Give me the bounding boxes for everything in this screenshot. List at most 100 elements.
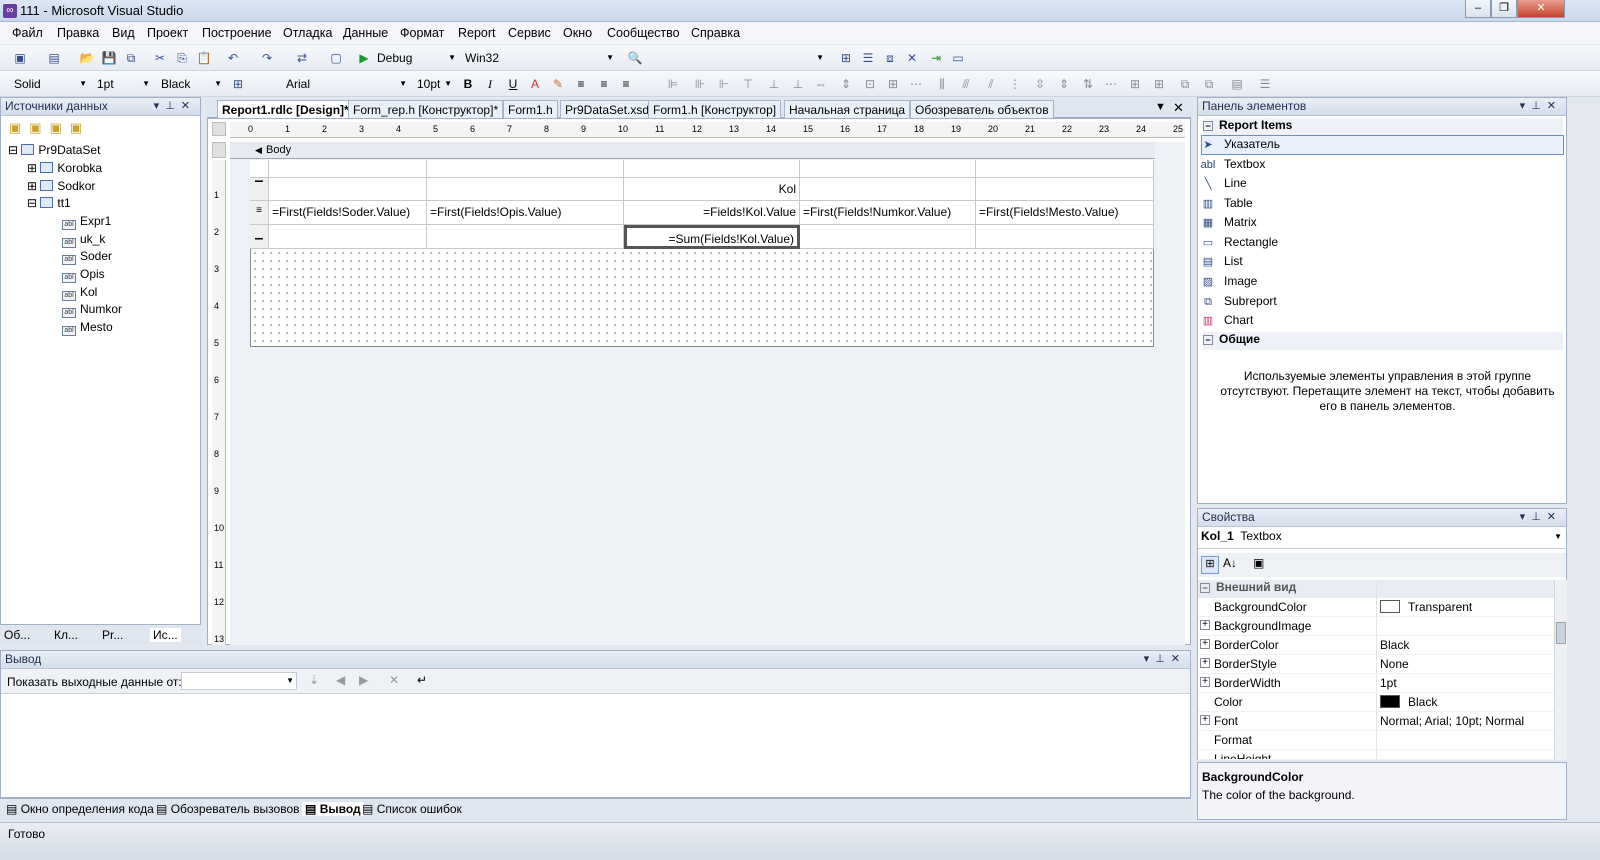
detail-row-handle-icon[interactable]: ≡ — [250, 201, 269, 225]
italic-icon[interactable]: I — [482, 76, 498, 92]
solution-explorer-icon[interactable]: ⊞ — [838, 50, 854, 66]
close-document-icon[interactable]: ✕ — [1173, 100, 1184, 116]
expand-icon[interactable]: + — [1200, 715, 1210, 725]
object-browser-icon[interactable]: ⧈ — [882, 50, 898, 66]
alphabetical-icon[interactable]: A↓ — [1223, 556, 1237, 570]
table-cell[interactable]: =First(Fields!Mesto.Value) — [976, 201, 1154, 225]
align-middles-icon[interactable]: ⊥ — [766, 76, 782, 92]
new-project-icon[interactable]: ▣ — [12, 50, 28, 66]
send-to-back-icon[interactable]: ⧉ — [1201, 76, 1217, 92]
remove-v-spacing-icon[interactable]: ⋯ — [1103, 76, 1119, 92]
property-row-bordercolor[interactable]: + BorderColor Black — [1198, 636, 1554, 655]
tab-properties-pane[interactable]: Pr... — [102, 628, 123, 642]
tab-form1-h[interactable]: Form1.h — [503, 100, 558, 118]
table-cell[interactable] — [269, 225, 427, 249]
table-column-handle[interactable] — [800, 160, 976, 178]
tab-start-page[interactable]: Начальная страница — [784, 100, 911, 118]
table-column-handle[interactable] — [976, 160, 1154, 178]
property-row-borderwidth[interactable]: + BorderWidth 1pt — [1198, 674, 1554, 693]
field-uk-k[interactable]: abl uk_k — [62, 232, 105, 248]
table-cell[interactable] — [427, 178, 624, 201]
tab-code-definition[interactable]: ▤ Окно определения кода — [6, 802, 154, 816]
cut-icon[interactable]: ✂ — [152, 50, 168, 66]
find-in-files-icon[interactable]: 🔍 — [627, 50, 643, 66]
increase-v-spacing-icon[interactable]: ⇕ — [1056, 76, 1072, 92]
word-wrap-icon[interactable]: ↵ — [417, 673, 427, 687]
property-row-backgroundcolor[interactable]: BackgroundColor Transparent — [1198, 598, 1554, 617]
font-color-icon[interactable]: A — [527, 76, 543, 92]
panel-buttons[interactable]: ▾⊥✕ — [1520, 98, 1562, 115]
menu-help[interactable]: Справка — [691, 26, 740, 40]
property-row-color[interactable]: Color Black — [1198, 693, 1554, 712]
open-file-icon[interactable]: 📂 — [79, 50, 95, 66]
decrease-v-spacing-icon[interactable]: ⇅ — [1080, 76, 1096, 92]
toolbox-item-textbox[interactable]: abl Textbox — [1200, 157, 1266, 173]
table-cell[interactable]: =Fields!Kol.Value — [624, 201, 800, 225]
table-cell[interactable]: =First(Fields!Opis.Value) — [427, 201, 624, 225]
field-mesto[interactable]: abl Mesto — [62, 320, 113, 336]
align-lefts-icon[interactable]: ⊫ — [665, 76, 681, 92]
table-cell[interactable] — [800, 225, 976, 249]
tab-object-browser[interactable]: Об... — [4, 628, 30, 642]
toolbox-item-line[interactable]: ╲ Line — [1200, 176, 1247, 191]
layout-icon[interactable]: ▤ — [1229, 76, 1245, 92]
menu-build[interactable]: Построение — [202, 26, 272, 40]
config-combo[interactable]: Debug ▼ — [373, 49, 459, 67]
align-right-icon[interactable]: ≡ — [618, 76, 634, 92]
bold-icon[interactable]: B — [460, 76, 476, 92]
solution-config-icon[interactable]: ▢ — [328, 50, 344, 66]
center-vertically-icon[interactable]: ⊞ — [1151, 76, 1167, 92]
toolbox-item-pointer[interactable]: ➤ Указатель — [1200, 137, 1280, 152]
decrease-spacing-icon[interactable]: ⫽ — [983, 76, 999, 92]
color-combo[interactable]: Black ▼ — [157, 75, 225, 93]
align-center-icon[interactable]: ≡ — [596, 76, 612, 92]
fill-color-icon[interactable]: ✎ — [550, 76, 566, 92]
tab-output[interactable]: ▤ Вывод — [302, 802, 364, 816]
tab-form-rep-h[interactable]: Form_rep.h [Конструктор]* — [348, 100, 504, 118]
copy-icon[interactable]: ⎘ — [174, 50, 190, 66]
find-combo[interactable]: ▼ — [647, 49, 827, 67]
field-opis[interactable]: abl Opis — [62, 267, 105, 283]
menu-data[interactable]: Данные — [343, 26, 388, 40]
property-row-borderstyle[interactable]: + BorderStyle None — [1198, 655, 1554, 674]
field-expr1[interactable]: abl Expr1 — [62, 214, 111, 230]
property-pages-icon[interactable]: ▣ — [1253, 556, 1264, 570]
same-height-icon[interactable]: ⇕ — [838, 76, 854, 92]
navigate-icon[interactable]: ⇄ — [294, 50, 310, 66]
menu-debug[interactable]: Отладка — [283, 26, 332, 40]
maximize-button[interactable]: ❐ — [1491, 0, 1517, 18]
table-cell[interactable] — [427, 225, 624, 249]
bring-to-front-icon[interactable]: ⧉ — [1177, 76, 1193, 92]
go-next-icon[interactable]: ▶ — [359, 673, 368, 687]
tab-error-list[interactable]: ▤ Список ошибок — [362, 802, 462, 816]
tree-node-sodkor[interactable]: ⊞ Sodkor — [27, 179, 95, 193]
menu-project[interactable]: Проект — [147, 26, 188, 40]
h-spacing-icon[interactable]: ⫼ — [934, 76, 950, 92]
expand-icon[interactable]: + — [1200, 620, 1210, 630]
toolbox-group-general[interactable]: − Общие — [1203, 332, 1563, 350]
menu-community[interactable]: Сообщество — [607, 26, 680, 40]
properties-icon[interactable]: ☰ — [860, 50, 876, 66]
v-spacing-icon[interactable]: ⇳ — [1032, 76, 1048, 92]
table-cell[interactable]: =First(Fields!Numkor.Value) — [800, 201, 976, 225]
find-message-icon[interactable]: ⇣ — [309, 673, 319, 687]
expand-icon[interactable]: + — [1200, 658, 1210, 668]
field-soder[interactable]: abl Soder — [62, 249, 112, 265]
more-windows-icon[interactable]: ▭ — [950, 50, 966, 66]
toolbox-icon[interactable]: ✕ — [904, 50, 920, 66]
table-column-handle[interactable] — [269, 160, 427, 178]
platform-combo[interactable]: Win32 ▼ — [461, 49, 617, 67]
redo-icon[interactable]: ↷ — [259, 50, 275, 66]
menu-report[interactable]: Report — [458, 26, 496, 40]
property-row-lineheight[interactable]: LineHeight — [1198, 750, 1554, 760]
table-cell[interactable]: =First(Fields!Soder.Value) — [269, 201, 427, 225]
footer-row-handle-icon[interactable]: ▁ — [250, 225, 269, 249]
minimize-button[interactable]: – — [1465, 0, 1491, 18]
align-centers-icon[interactable]: ⊪ — [692, 76, 708, 92]
toolbox-item-matrix[interactable]: ▦ Matrix — [1200, 215, 1257, 230]
table-cell[interactable] — [269, 178, 427, 201]
property-row-format[interactable]: Format — [1198, 731, 1554, 750]
header-row-handle-icon[interactable]: ▔ — [250, 178, 269, 201]
table-column-handle[interactable] — [427, 160, 624, 178]
overflow-icon[interactable]: ☰ — [1257, 76, 1273, 92]
